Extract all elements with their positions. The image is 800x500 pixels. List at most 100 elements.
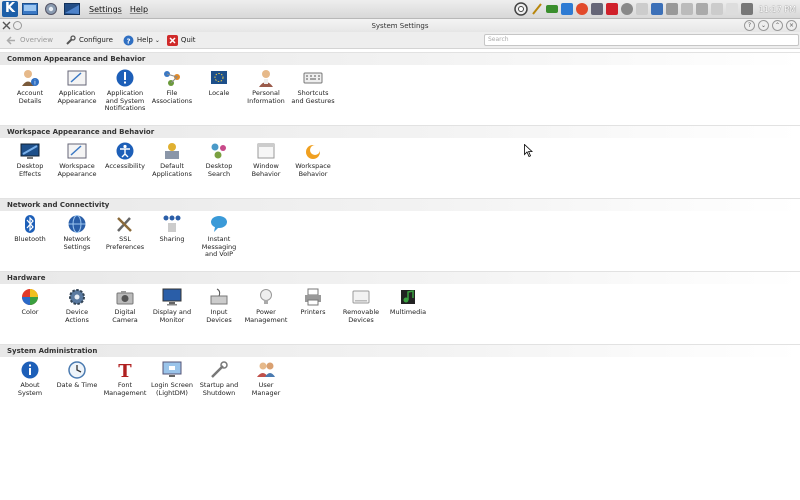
clock-icon [68,361,86,379]
search-input[interactable]: Search [484,34,799,46]
camera-icon[interactable] [635,3,648,15]
toolbar: Overview Configure ? Help ⌄ Quit Search [0,32,800,49]
lightbulb-icon [260,289,272,304]
window-titlebar[interactable]: System Settings ? ⌄ ⌃ × [0,19,800,32]
minimize-button[interactable]: ⌄ [758,20,769,31]
item-window-behavior[interactable]: Window Behavior [241,141,291,178]
tools-icon [117,217,132,232]
lifebuoy-icon[interactable] [513,2,528,16]
item-desktop-effects[interactable]: Desktop Effects [5,141,55,178]
window-task-icon[interactable] [63,2,81,16]
item-bluetooth[interactable]: Bluetooth [5,214,55,244]
wrench-icon [65,34,76,46]
quit-icon [166,34,178,46]
section-network: Network and Connectivity Bluetooth Netwo… [0,198,800,271]
svg-text:T: T [118,361,132,380]
item-login-screen[interactable]: Login Screen (LightDM) [147,360,197,397]
item-locale[interactable]: Locale [194,68,244,98]
item-personal-information[interactable]: Personal Information [241,68,291,105]
bars-icon[interactable] [590,3,603,15]
tools-icon[interactable] [2,21,11,30]
item-network-settings[interactable]: Network Settings [52,214,102,251]
configure-button[interactable]: Configure [65,34,113,46]
item-accessibility[interactable]: Accessibility [100,141,150,171]
item-account-details[interactable]: i Account Details [5,68,55,105]
quit-button[interactable]: Quit [166,34,196,46]
workspace-appearance-icon [67,143,87,159]
section-title: Hardware [0,271,800,284]
bluetooth-icon[interactable] [725,3,738,15]
item-workspace-behavior[interactable]: Workspace Behavior [288,141,338,178]
item-printers[interactable]: Printers [288,287,338,317]
device-gear-icon [69,289,85,305]
help-window-button[interactable]: ? [744,20,755,31]
scissors-icon[interactable] [665,3,678,15]
item-ssl-preferences[interactable]: SSL Preferences [100,214,150,251]
item-instant-messaging[interactable]: Instant Messaging and VoIP [194,214,244,259]
workspace-behavior-icon [306,145,320,159]
section-common-appearance: Common Appearance and Behavior i Account… [0,52,800,125]
item-display-monitor[interactable]: Display and Monitor [147,287,197,324]
show-desktop-icon[interactable] [21,2,39,16]
item-sharing[interactable]: Sharing [147,214,197,244]
sharing-icon [163,215,181,232]
item-file-associations[interactable]: File Associations [147,68,197,105]
input-devices-icon [210,288,228,305]
close-window-button[interactable]: × [786,20,797,31]
menu-help[interactable]: Help [130,5,148,14]
item-user-manager[interactable]: User Manager [241,360,291,397]
item-input-devices[interactable]: Input Devices [194,287,244,324]
item-workspace-appearance[interactable]: Workspace Appearance [52,141,102,178]
item-notifications[interactable]: Application and System Notifications [100,68,150,113]
lock-icon[interactable] [740,3,753,15]
item-about-system[interactable]: About System [5,360,55,397]
mouse-cursor-icon [524,144,533,157]
panel-clock[interactable]: 11:17 PM [759,5,796,14]
kde-menu-icon[interactable]: K [2,1,18,17]
display-icon[interactable] [680,3,693,15]
maximize-button[interactable]: ⌃ [772,20,783,31]
keep-above-button[interactable] [13,21,22,30]
desktop-effects-icon [20,143,40,159]
monitor-icon [162,288,182,306]
app-icon[interactable] [605,3,618,15]
svg-text:?: ? [126,37,130,45]
item-power-management[interactable]: Power Management [241,287,291,324]
item-digital-camera[interactable]: Digital Camera [100,287,150,324]
chat-icon[interactable] [560,3,573,15]
item-font-management[interactable]: T Font Management [100,360,150,397]
default-apps-icon [165,143,179,159]
overview-button[interactable]: Overview [6,35,53,46]
wifi-icon[interactable] [710,3,723,15]
camera-icon [116,291,134,305]
system-tray: 11:17 PM [511,1,796,17]
item-multimedia[interactable]: Multimedia [383,287,433,317]
item-color[interactable]: Color [5,287,55,317]
item-date-time[interactable]: Date & Time [52,360,102,390]
item-shortcuts[interactable]: Shortcuts and Gestures [288,68,338,105]
color-wheel-icon [22,289,38,305]
help-icon: ? [123,35,134,46]
item-application-appearance[interactable]: Application Appearance [52,68,102,105]
file-associations-icon [164,71,180,86]
item-removable-devices[interactable]: Removable Devices [336,287,386,324]
section-title: Network and Connectivity [0,198,800,211]
info-icon [21,361,39,379]
section-title: System Administration [0,344,800,357]
browser-icon[interactable] [575,3,588,15]
settings-gear-icon[interactable] [42,2,60,16]
menu-settings[interactable]: Settings [89,5,122,14]
clipboard-icon[interactable] [620,3,633,15]
chat-bubble-icon [211,216,227,232]
battery-icon[interactable] [545,5,558,13]
item-default-applications[interactable]: Default Applications [147,141,197,178]
pen-icon[interactable] [531,3,543,15]
user-account-icon: i [22,70,39,87]
volume-icon[interactable] [695,3,708,15]
item-device-actions[interactable]: Device Actions [52,287,102,324]
help-button[interactable]: ? Help ⌄ [123,35,160,46]
item-startup-shutdown[interactable]: Startup and Shutdown [194,360,244,397]
item-desktop-search[interactable]: Desktop Search [194,141,244,178]
network-icon[interactable] [650,3,663,15]
overview-label: Overview [20,36,53,44]
